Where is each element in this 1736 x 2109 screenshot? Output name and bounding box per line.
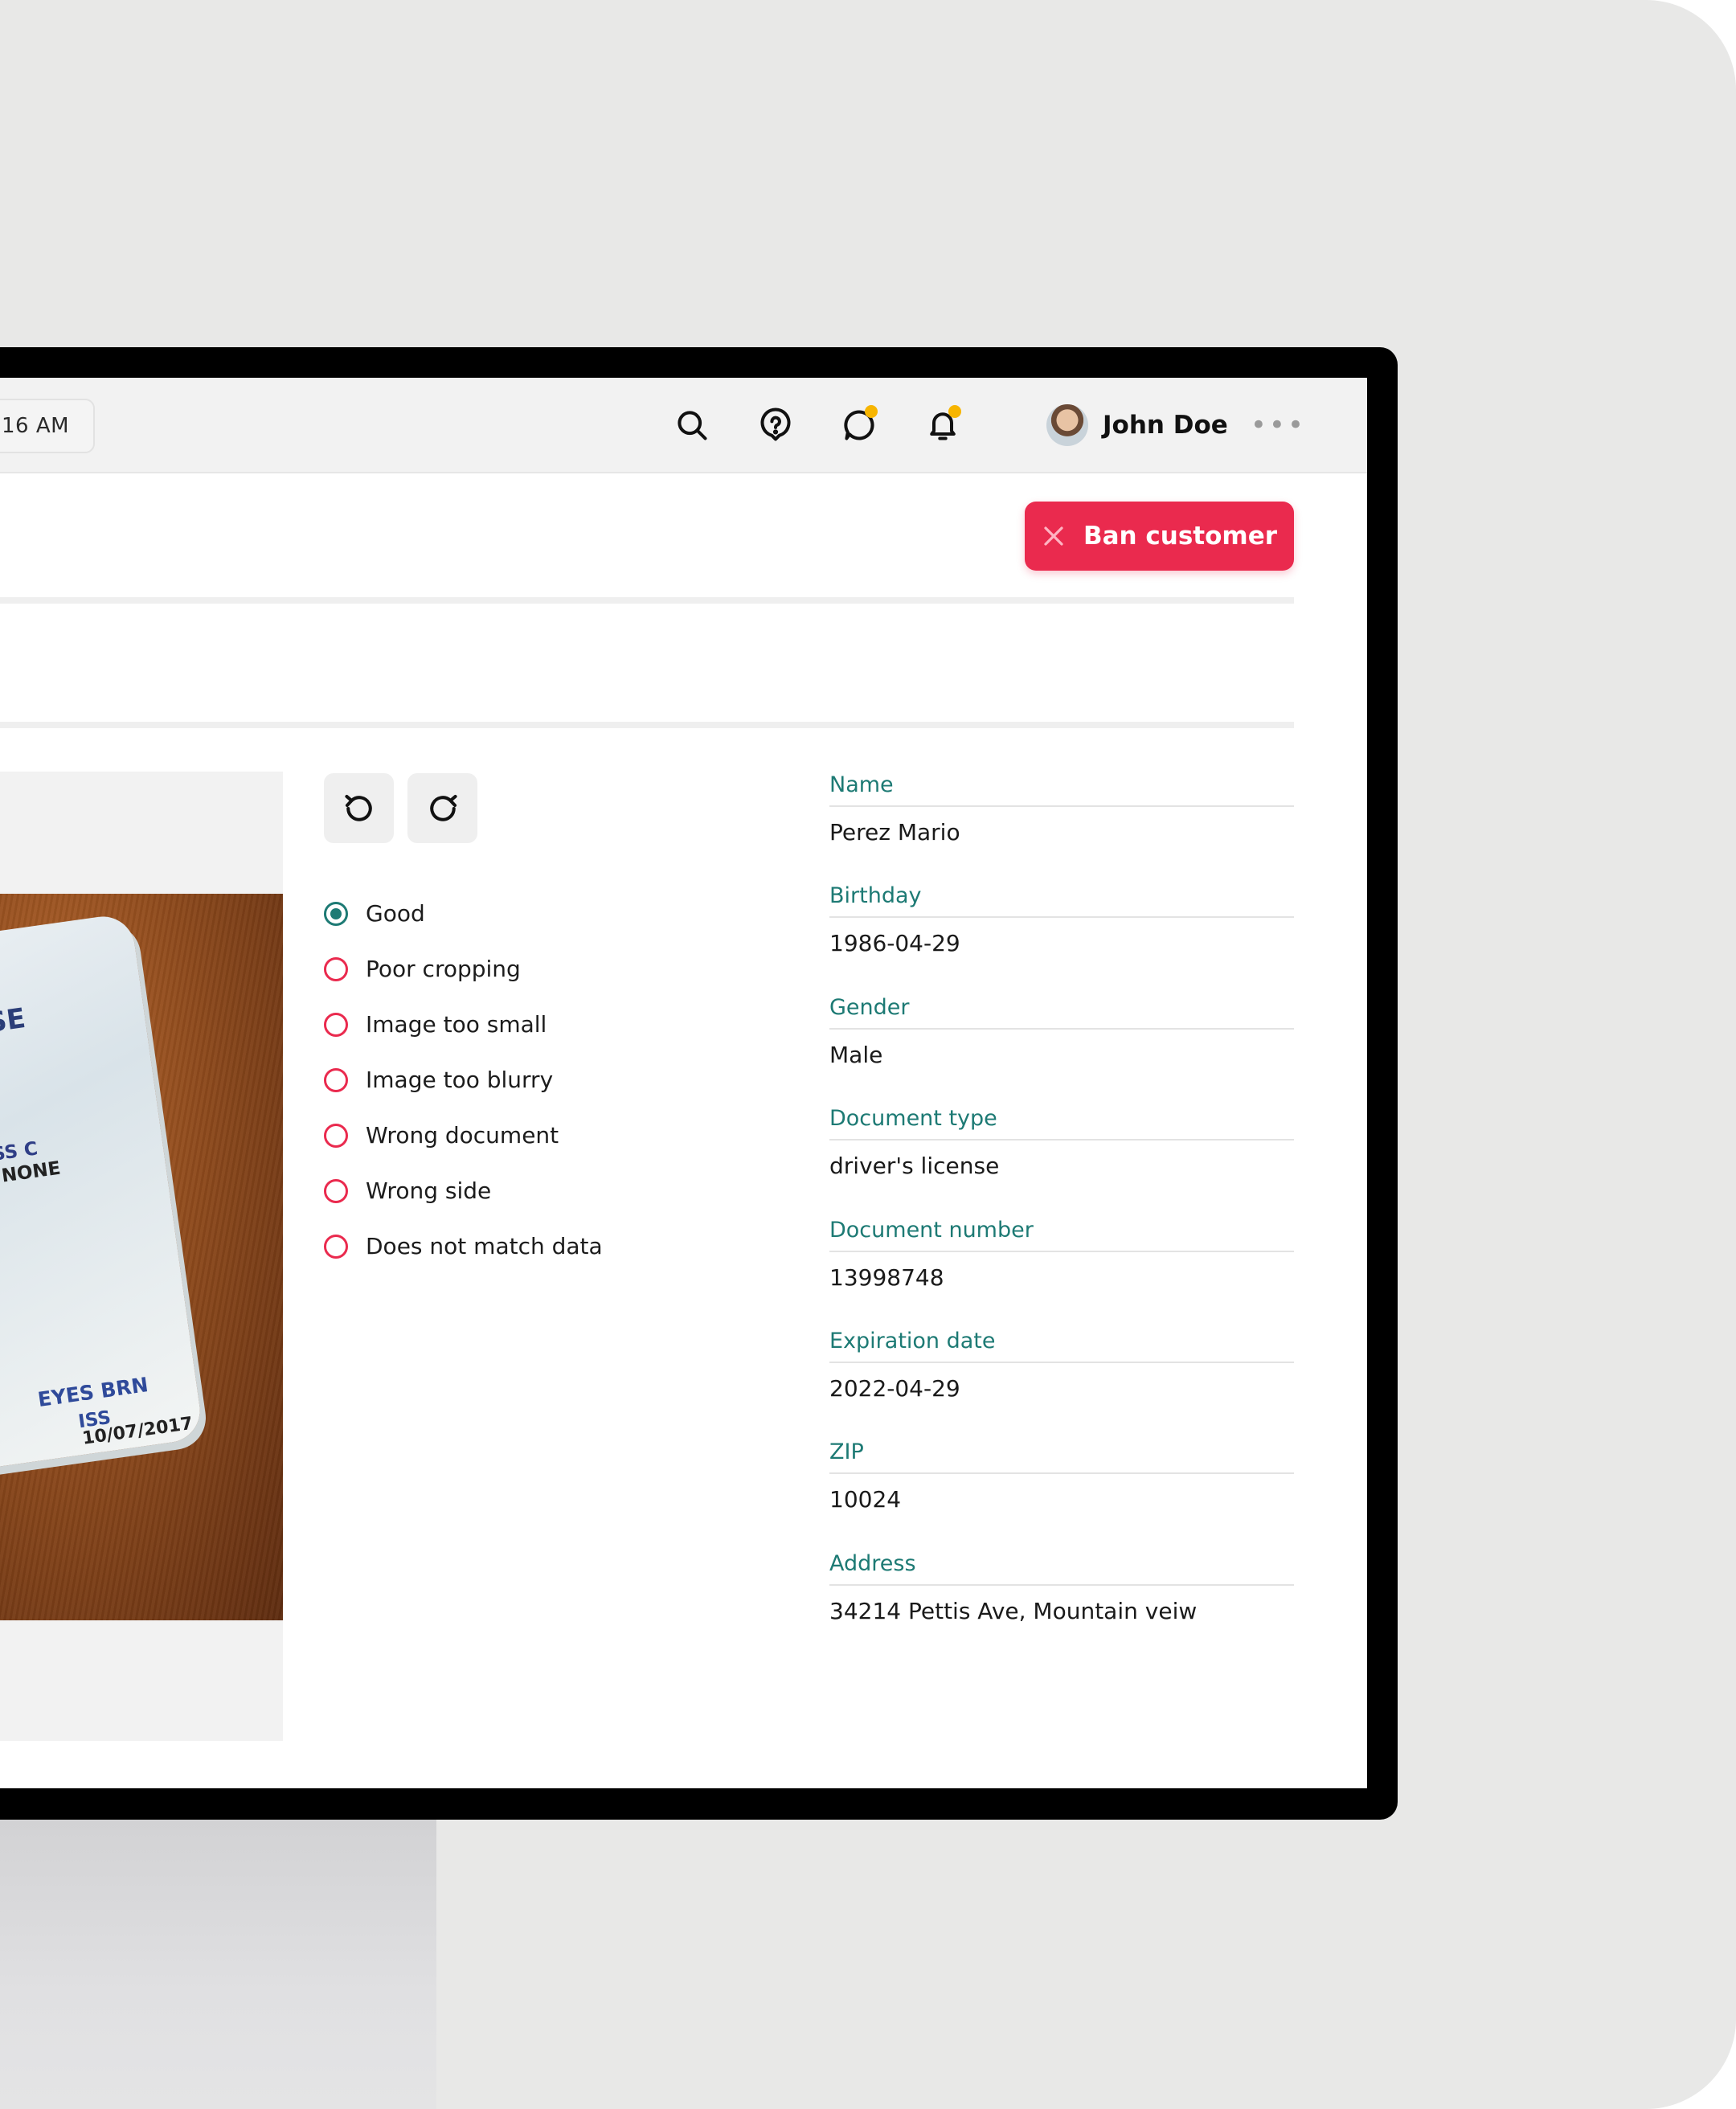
more-icon[interactable]: ••• — [1251, 412, 1306, 439]
field-label: Birthday — [829, 881, 1294, 919]
search-icon — [678, 411, 707, 440]
user-menu[interactable]: John Doe ••• — [1046, 402, 1306, 448]
help-button[interactable] — [752, 402, 799, 448]
radio-button[interactable] — [324, 901, 348, 926]
rotate-left-icon — [344, 794, 372, 821]
field-label: ZIP — [829, 1437, 1294, 1475]
field-gender: Gender Male — [829, 993, 1294, 1104]
field-address: Address 34214 Pettis Ave, Mountain veiw — [829, 1549, 1294, 1660]
radio-button[interactable] — [324, 1123, 348, 1148]
field-value: 10024 — [829, 1486, 902, 1513]
field-birthday: Birthday 1986-04-29 — [829, 881, 1294, 992]
rotate-right-button[interactable] — [407, 773, 477, 843]
field-value: driver's license — [829, 1153, 1000, 1180]
field-label: Address — [829, 1549, 1294, 1586]
field-label: Gender — [829, 993, 1294, 1030]
chat-notification-dot — [865, 405, 878, 418]
field-label: Document type — [829, 1104, 1294, 1141]
customer-details: Name Perez Mario Birthday 1986-04-29 Gen… — [829, 770, 1294, 1660]
option-wrong-side[interactable]: Wrong side — [324, 1163, 603, 1218]
background: 16 AM John Doe ••• Ban customer ISE SS C… — [0, 0, 1736, 2109]
option-label: Image too blurry — [366, 1067, 554, 1093]
field-label: Document number — [829, 1215, 1294, 1252]
time-chip: 16 AM — [0, 399, 96, 453]
option-poor-cropping[interactable]: Poor cropping — [324, 941, 603, 997]
field-zip: ZIP 10024 — [829, 1437, 1294, 1548]
field-value: 1986-04-29 — [829, 930, 960, 957]
help-icon — [760, 407, 791, 441]
field-value: Perez Mario — [829, 819, 960, 846]
field-document-number: Document number 13998748 — [829, 1215, 1294, 1326]
avatar — [1046, 404, 1088, 446]
field-value: 2022-04-29 — [829, 1374, 960, 1402]
field-document-type: Document type driver's license — [829, 1104, 1294, 1214]
field-value: 34214 Pettis Ave, Mountain veiw — [829, 1597, 1198, 1624]
option-does-not-match-data[interactable]: Does not match data — [324, 1218, 603, 1274]
id-card-image: ISE SS C NONE EYES BRN ISS 10/07/2017 — [0, 912, 204, 1486]
radio-button[interactable] — [324, 1178, 348, 1203]
notification-dot — [948, 405, 961, 418]
field-label: Expiration date — [829, 1326, 1294, 1363]
document-photo[interactable]: ISE SS C NONE EYES BRN ISS 10/07/2017 — [0, 894, 283, 1620]
option-image-too-blurry[interactable]: Image too blurry — [324, 1052, 603, 1108]
rotate-left-button[interactable] — [324, 773, 394, 843]
option-label: Image too small — [366, 1011, 547, 1038]
ban-customer-label: Ban customer — [1083, 522, 1278, 551]
rotate-right-icon — [429, 794, 457, 821]
field-expiration-date: Expiration date 2022-04-29 — [829, 1326, 1294, 1437]
option-label: Good — [366, 900, 425, 927]
radio-button[interactable] — [324, 1012, 348, 1037]
section-divider — [0, 722, 1294, 728]
image-quality-options: Good Poor cropping Image too small Image… — [324, 886, 603, 1274]
option-label: Wrong side — [366, 1177, 492, 1204]
card-text: EYES BRN — [36, 1373, 150, 1412]
notifications-button[interactable] — [919, 402, 966, 448]
app-screen: 16 AM John Doe ••• Ban customer ISE SS C… — [0, 378, 1367, 1788]
monitor-stand — [0, 1819, 436, 2109]
option-good[interactable]: Good — [324, 886, 603, 941]
option-label: Poor cropping — [366, 956, 521, 982]
top-bar: 16 AM John Doe ••• — [0, 378, 1367, 473]
option-image-too-small[interactable]: Image too small — [324, 997, 603, 1052]
option-wrong-document[interactable]: Wrong document — [324, 1108, 603, 1163]
chat-button[interactable] — [836, 402, 882, 448]
option-label: Does not match data — [366, 1233, 603, 1259]
card-text: ISE — [0, 1001, 28, 1041]
user-name: John Doe — [1103, 411, 1228, 440]
field-label: Name — [829, 770, 1294, 807]
field-name: Name Perez Mario — [829, 770, 1294, 881]
option-label: Wrong document — [366, 1122, 559, 1149]
ban-customer-button[interactable]: Ban customer — [1025, 502, 1294, 571]
field-value: 13998748 — [829, 1263, 944, 1291]
radio-button[interactable] — [324, 1067, 348, 1092]
radio-button[interactable] — [324, 1234, 348, 1259]
section-divider — [0, 597, 1294, 604]
close-icon — [1044, 526, 1063, 546]
field-value: Male — [829, 1041, 883, 1068]
radio-button[interactable] — [324, 956, 348, 981]
search-button[interactable] — [669, 402, 715, 448]
